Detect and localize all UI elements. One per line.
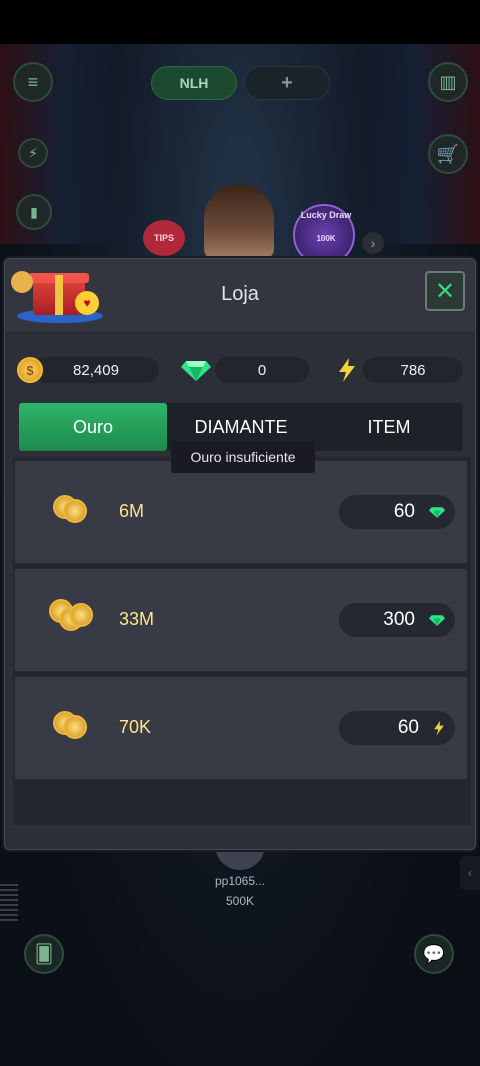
item-amount: 70K	[119, 717, 152, 737]
close-icon: ✕	[434, 277, 456, 305]
diamond-icon	[429, 615, 445, 626]
stats-icon[interactable]: ▥	[428, 62, 468, 102]
diamond-icon	[181, 359, 211, 381]
lightning-icon	[337, 358, 357, 382]
tab-ouro[interactable]: Ouro	[19, 403, 167, 451]
player-seat[interactable]: pp1065... 500K	[200, 844, 280, 908]
lightning-icon[interactable]: ⚡	[18, 138, 48, 168]
energy-balance-value: 786	[363, 357, 463, 383]
shop-cart-icon[interactable]: 🛒	[428, 134, 468, 174]
tooltip-insufficient-gold: Ouro insuficiente	[171, 441, 315, 473]
lucky-draw-cost: 100K	[316, 234, 336, 243]
shop-item-list: 6M 60 33M 300 70K 60	[13, 457, 471, 825]
shop-modal: ♥ Loja ✕ $ 82,409 0 786 Ouro DIAMANTE IT…	[4, 258, 476, 850]
cards-icon[interactable]: 🂠	[24, 934, 64, 974]
shop-item-33m[interactable]: 33M 300	[15, 569, 467, 671]
coin-stack-icon	[49, 707, 95, 747]
tab-add[interactable]: +	[244, 66, 330, 100]
buy-button[interactable]: 60	[339, 711, 455, 745]
coin-icon: $	[17, 357, 43, 383]
close-button[interactable]: ✕	[425, 271, 465, 311]
dealer-avatar	[204, 184, 274, 259]
player-chips: 500K	[225, 894, 255, 908]
lightning-icon	[434, 720, 444, 736]
lucky-draw-title: Lucky Draw	[300, 210, 352, 220]
chevron-left-icon[interactable]: ‹	[460, 856, 480, 890]
buy-button[interactable]: 60	[339, 495, 455, 529]
coin-stack-icon	[49, 491, 95, 531]
diamond-balance-value: 0	[215, 357, 309, 383]
coin-stack-icon	[49, 599, 95, 639]
diamond-balance: 0	[181, 355, 309, 385]
player-name: pp1065...	[214, 874, 266, 888]
ladder-icon	[0, 884, 18, 924]
menu-icon[interactable]: ≡	[13, 62, 53, 102]
item-price: 300	[383, 609, 415, 630]
buy-button[interactable]: 300	[339, 603, 455, 637]
lucky-draw-label: Lucky Draw 100K	[295, 206, 357, 243]
diamond-icon	[429, 507, 445, 518]
tips-button[interactable]: TIPS	[143, 220, 185, 256]
shop-header: ♥ Loja ✕	[5, 259, 475, 331]
shop-title: Loja	[221, 283, 259, 305]
bookmark-icon[interactable]: ▮	[16, 194, 52, 230]
gold-balance: $ 82,409	[17, 355, 159, 385]
item-price: 60	[393, 501, 415, 522]
tab-nlh[interactable]: NLH	[151, 66, 237, 100]
item-amount: 33M	[119, 609, 155, 629]
gold-balance-value: 82,409	[33, 357, 159, 383]
shop-item-70k[interactable]: 70K 60	[15, 677, 467, 779]
energy-balance: 786	[337, 355, 463, 385]
tab-item[interactable]: ITEM	[315, 403, 463, 451]
chat-icon[interactable]: 💬	[414, 934, 454, 974]
item-price: 60	[397, 717, 419, 738]
chevron-right-icon[interactable]: ›	[362, 232, 384, 254]
item-amount: 6M	[119, 501, 145, 521]
shop-item-6m[interactable]: 6M 60	[15, 461, 467, 563]
